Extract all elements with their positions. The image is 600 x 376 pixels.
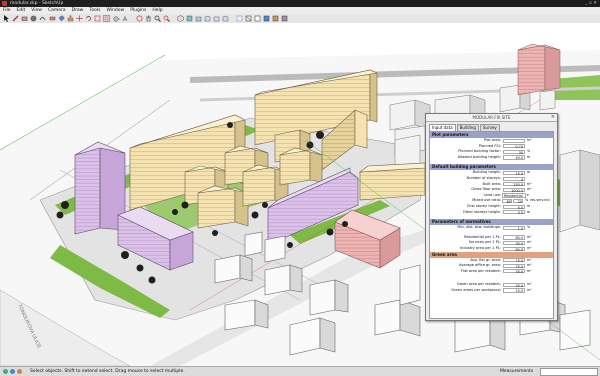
- menu-bar: File Edit View Camera Draw Tools Window Plugins…: [0, 7, 600, 14]
- shaded-icon[interactable]: [263, 15, 270, 22]
- allowed-height-field[interactable]: 40.0: [503, 155, 525, 160]
- land-use-select[interactable]: Residential: [502, 193, 526, 198]
- svg-text:A: A: [123, 17, 127, 22]
- mixed-use-res-field[interactable]: 80: [502, 198, 512, 204]
- panel-body: Plot parameters Plot area: m² Planned FSI…: [429, 131, 554, 319]
- tape-icon[interactable]: [113, 15, 120, 22]
- menu-help[interactable]: Help: [149, 7, 165, 14]
- xray-icon[interactable]: [236, 15, 243, 22]
- move-icon[interactable]: [76, 15, 83, 22]
- paint-icon[interactable]: [58, 15, 65, 22]
- storeys-field[interactable]: 4: [503, 176, 525, 182]
- left-view-icon[interactable]: [222, 15, 229, 22]
- param-row: Flat area per resident: 35.0 m²: [461, 268, 532, 275]
- menu-camera[interactable]: Camera: [45, 7, 69, 14]
- back-view-icon[interactable]: [213, 15, 220, 22]
- geo-icon[interactable]: [17, 369, 22, 374]
- planned-fsi-field[interactable]: 0.70: [503, 144, 525, 149]
- param-row: Other storeys height: 3.5 m: [462, 209, 531, 216]
- plot-area-field[interactable]: [503, 138, 525, 143]
- menu-tools[interactable]: Tools: [86, 7, 103, 14]
- push-pull-icon[interactable]: [67, 15, 74, 22]
- other-storeys-height-field[interactable]: 3.5: [503, 210, 525, 215]
- panel-title-bar[interactable]: MODULAR FIX SITE ×: [426, 114, 557, 122]
- text-icon[interactable]: A: [122, 15, 129, 23]
- monochrome-icon[interactable]: [281, 15, 288, 22]
- first-storey-height-field[interactable]: 4.0: [503, 204, 525, 210]
- scale-icon[interactable]: [94, 15, 101, 22]
- tab-survey[interactable]: Survey: [479, 124, 500, 131]
- services-pl-field[interactable]: 30.0: [503, 240, 525, 246]
- tab-input-data[interactable]: Input data: [429, 124, 456, 131]
- circle-icon[interactable]: [30, 15, 37, 22]
- green-resident-field[interactable]: 25.0: [503, 282, 525, 288]
- building-factor-field[interactable]: 35: [503, 149, 525, 155]
- menu-view[interactable]: View: [28, 7, 45, 14]
- residential-pl-field[interactable]: 80.0: [503, 235, 525, 240]
- sketchup-app-icon: [2, 1, 7, 6]
- mixed-use-serv-field[interactable]: 20: [513, 198, 523, 204]
- offset-icon[interactable]: [103, 15, 110, 22]
- textured-icon[interactable]: [272, 15, 279, 22]
- built-area-field[interactable]: 250.0: [503, 182, 525, 187]
- wireframe-icon[interactable]: [245, 15, 252, 22]
- building-height-field[interactable]: 15.0: [503, 170, 525, 176]
- title-bar: modular.skp - SketchUp _ ▫ ✕: [0, 0, 600, 7]
- window-controls[interactable]: _ ▫ ✕: [585, 0, 597, 7]
- window-title: modular.skp - SketchUp: [10, 1, 64, 6]
- panel-tabs: Input data Building Survey: [426, 124, 557, 131]
- param-row: Industry area per 1 PL: 80.0 m²: [459, 245, 532, 252]
- front-view-icon[interactable]: [195, 15, 202, 22]
- pan-icon[interactable]: [145, 15, 152, 22]
- param-row: Min. dist. btw. buildings: 1.0%: [457, 225, 531, 231]
- menu-plugins[interactable]: Plugins: [127, 7, 149, 14]
- tab-building[interactable]: Building: [456, 124, 479, 131]
- green-workplace-field[interactable]: 10.0: [503, 288, 525, 293]
- hidden-line-icon[interactable]: [254, 15, 261, 22]
- right-view-icon[interactable]: [204, 15, 211, 22]
- zoom-extents-icon[interactable]: [163, 15, 170, 22]
- rotate-icon[interactable]: [85, 15, 92, 22]
- menu-window[interactable]: Window: [103, 7, 127, 14]
- param-row: Green areas per workplace: 10.0 m²: [451, 287, 532, 294]
- menu-draw[interactable]: Draw: [69, 7, 87, 14]
- close-icon[interactable]: ×: [551, 114, 555, 121]
- zoom-icon[interactable]: [154, 15, 161, 22]
- rectangle-icon[interactable]: [21, 15, 28, 22]
- menu-edit[interactable]: Edit: [14, 7, 29, 14]
- modular-fix-site-panel: MODULAR FIX SITE × Input data Building Sur…: [425, 113, 558, 321]
- min-dist-field[interactable]: 1.0: [503, 225, 525, 231]
- arc-icon[interactable]: [39, 15, 46, 22]
- avg-flat-area-field[interactable]: 75.0: [503, 258, 525, 263]
- panel-title: MODULAR FIX SITE: [472, 115, 511, 120]
- eraser-icon[interactable]: [49, 15, 56, 22]
- info-icon[interactable]: [3, 369, 8, 374]
- industry-pl-field[interactable]: 80.0: [503, 246, 525, 252]
- top-view-icon[interactable]: [186, 15, 193, 22]
- help-icon[interactable]: [10, 369, 15, 374]
- flat-area-resident-field[interactable]: 35.0: [503, 269, 525, 274]
- menu-file[interactable]: File: [0, 7, 14, 14]
- param-row: Allowed building height: 40.0 m: [457, 154, 531, 161]
- iso-view-icon[interactable]: [177, 15, 184, 22]
- pencil-icon[interactable]: [12, 15, 19, 22]
- gross-floor-area-field[interactable]: 1000.0: [503, 187, 525, 193]
- avg-office-area-field[interactable]: 75.0: [503, 263, 525, 269]
- orbit-icon[interactable]: [136, 15, 143, 22]
- select-icon[interactable]: [3, 15, 10, 22]
